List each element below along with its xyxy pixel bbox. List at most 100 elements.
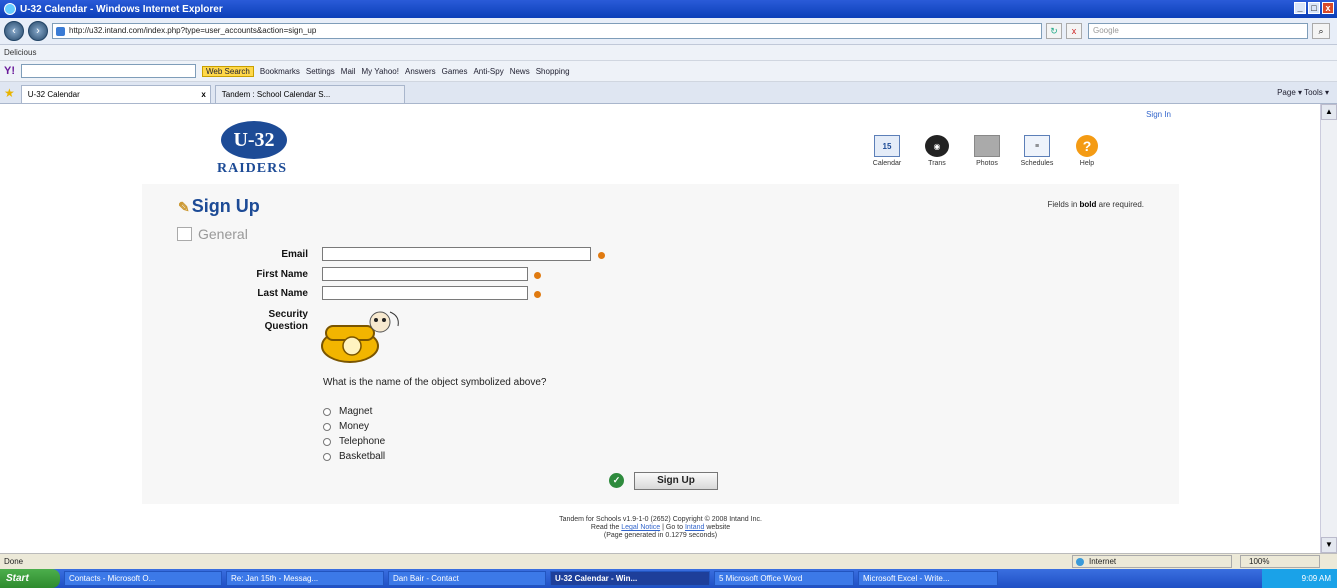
status-bar: Done Internet 100% bbox=[0, 553, 1337, 569]
email-field[interactable] bbox=[322, 247, 591, 261]
start-button[interactable]: Start bbox=[0, 569, 60, 588]
search-input[interactable]: Google bbox=[1088, 23, 1308, 39]
option-basketball[interactable]: Basketball bbox=[323, 451, 385, 462]
task-excel[interactable]: Microsoft Excel - Write... bbox=[858, 571, 998, 586]
yahoo-item-games[interactable]: Games bbox=[442, 67, 468, 76]
stop-button[interactable]: x bbox=[1066, 23, 1082, 39]
task-word[interactable]: 5 Microsoft Office Word bbox=[714, 571, 854, 586]
page-viewport: Sign In U-32 RAIDERS 15 Calendar ◉ Trans… bbox=[0, 104, 1320, 553]
content-panel bbox=[142, 184, 1179, 504]
radio-magnet[interactable] bbox=[323, 407, 331, 416]
search-button[interactable]: ⌕ bbox=[1312, 23, 1330, 39]
site-logo[interactable]: U-32 RAIDERS bbox=[205, 121, 325, 181]
tab-u32-calendar[interactable]: U-32 Calendar x bbox=[20, 85, 211, 103]
task-contact[interactable]: Dan Bair - Contact bbox=[388, 571, 546, 586]
page-title-text: Sign Up bbox=[191, 196, 260, 216]
task-u32-calendar[interactable]: U-32 Calendar - Win... bbox=[550, 571, 710, 586]
sign-up-button[interactable]: Sign Up bbox=[634, 472, 718, 490]
site-frame: Sign In U-32 RAIDERS 15 Calendar ◉ Trans… bbox=[142, 104, 1179, 553]
security-label-line2: Question bbox=[264, 321, 308, 332]
nav-label: Help bbox=[1079, 160, 1095, 167]
footer-copyright: Tandem for Schools v1.9-1-0 (2652) Copyr… bbox=[559, 516, 762, 523]
yahoo-item-settings[interactable]: Settings bbox=[306, 67, 335, 76]
zoom-level[interactable]: 100% bbox=[1240, 555, 1320, 568]
sign-in-link[interactable]: Sign In bbox=[1146, 110, 1171, 119]
required-icon bbox=[598, 252, 605, 259]
command-bar[interactable]: Page ▾ Tools ▾ bbox=[1277, 83, 1337, 103]
radio-basketball[interactable] bbox=[323, 452, 331, 461]
tab-bar: ★ U-32 Calendar x Tandem : School Calend… bbox=[0, 82, 1337, 104]
nav-label: Trans bbox=[928, 160, 946, 167]
minimize-button[interactable]: _ bbox=[1294, 2, 1306, 14]
window-controls: _ □ x bbox=[1294, 2, 1334, 14]
option-label: Telephone bbox=[339, 436, 386, 447]
tab-tandem[interactable]: Tandem : School Calendar S... bbox=[214, 85, 405, 103]
window-title: U-32 Calendar - Windows Internet Explore… bbox=[20, 3, 223, 15]
radio-money[interactable] bbox=[323, 422, 331, 431]
task-message[interactable]: Re: Jan 15th - Messag... bbox=[226, 571, 384, 586]
yahoo-search-input[interactable] bbox=[21, 64, 196, 78]
yahoo-item-shopping[interactable]: Shopping bbox=[536, 67, 570, 76]
footer-text: website bbox=[704, 524, 731, 531]
nav-help[interactable]: ? Help bbox=[1069, 135, 1105, 167]
close-button[interactable]: x bbox=[1322, 2, 1334, 14]
security-zone[interactable]: Internet bbox=[1072, 555, 1232, 568]
yahoo-toolbar: Y! Web Search Bookmarks Settings Mail My… bbox=[0, 61, 1337, 82]
nav-schedules[interactable]: ≡ Schedules bbox=[1019, 135, 1055, 167]
yahoo-item-mail[interactable]: Mail bbox=[341, 67, 356, 76]
back-button[interactable]: ‹ bbox=[4, 21, 24, 41]
intand-link[interactable]: Intand bbox=[685, 524, 704, 531]
yahoo-logo-icon[interactable]: Y! bbox=[4, 65, 15, 77]
yahoo-item-antispy[interactable]: Anti-Spy bbox=[473, 67, 503, 76]
yahoo-item-myyahoo[interactable]: My Yahoo! bbox=[361, 67, 399, 76]
required-icon bbox=[534, 272, 541, 279]
yahoo-item-answers[interactable]: Answers bbox=[405, 67, 436, 76]
schedules-icon: ≡ bbox=[1024, 135, 1050, 157]
nav-label: Schedules bbox=[1020, 160, 1054, 167]
delicious-label[interactable]: Delicious bbox=[4, 48, 36, 57]
telephone-captcha-image bbox=[321, 311, 399, 363]
last-name-label: Last Name bbox=[257, 288, 308, 299]
legal-notice-link[interactable]: Legal Notice bbox=[621, 524, 660, 531]
yahoo-item-websearch[interactable]: Web Search bbox=[202, 65, 254, 77]
option-label: Basketball bbox=[339, 451, 386, 462]
tab-close-icon[interactable]: x bbox=[201, 86, 205, 103]
required-note-suffix: are required. bbox=[1096, 200, 1144, 209]
email-label: Email bbox=[281, 249, 308, 260]
vertical-scrollbar[interactable]: ▲ ▼ bbox=[1320, 104, 1337, 553]
last-name-field[interactable] bbox=[322, 286, 528, 300]
bus-icon: ◉ bbox=[925, 135, 949, 157]
refresh-button[interactable]: ↻ bbox=[1046, 23, 1062, 39]
maximize-button[interactable]: □ bbox=[1308, 2, 1320, 14]
yahoo-item-news[interactable]: News bbox=[510, 67, 530, 76]
footer-generated: (Page generated in 0.1279 seconds) bbox=[603, 532, 718, 539]
nav-trans[interactable]: ◉ Trans bbox=[919, 135, 955, 167]
required-note-bold: bold bbox=[1079, 200, 1097, 209]
section-icon bbox=[177, 227, 192, 241]
yahoo-item-bookmarks[interactable]: Bookmarks bbox=[260, 67, 300, 76]
option-label: Money bbox=[339, 421, 370, 432]
nav-photos[interactable]: Photos bbox=[969, 135, 1005, 167]
favorites-star-icon[interactable]: ★ bbox=[4, 83, 15, 103]
forward-button[interactable]: › bbox=[28, 21, 48, 41]
section-general: General bbox=[177, 226, 248, 242]
scroll-down-icon[interactable]: ▼ bbox=[1321, 537, 1337, 553]
nav-label: Calendar bbox=[872, 160, 902, 167]
option-magnet[interactable]: Magnet bbox=[323, 406, 372, 417]
option-telephone[interactable]: Telephone bbox=[323, 436, 385, 447]
first-name-field[interactable] bbox=[322, 267, 528, 281]
system-tray: 9:09 AM bbox=[1261, 569, 1337, 588]
scroll-up-icon[interactable]: ▲ bbox=[1321, 104, 1337, 120]
status-text: Done bbox=[4, 557, 24, 566]
task-contacts[interactable]: Contacts - Microsoft O... bbox=[64, 571, 222, 586]
address-input[interactable]: http://u32.intand.com/index.php?type=use… bbox=[52, 23, 1042, 39]
option-money[interactable]: Money bbox=[323, 421, 369, 432]
checkmark-icon: ✓ bbox=[609, 473, 624, 488]
ie-icon bbox=[4, 3, 16, 15]
security-question: What is the name of the object symbolize… bbox=[323, 377, 547, 388]
radio-telephone[interactable] bbox=[323, 437, 331, 446]
pencil-icon: ✎ bbox=[178, 199, 190, 215]
taskbar: Start Contacts - Microsoft O... Re: Jan … bbox=[0, 569, 1337, 588]
nav-calendar[interactable]: 15 Calendar bbox=[869, 135, 905, 167]
required-note: Fields in bold are required. bbox=[1048, 200, 1145, 209]
